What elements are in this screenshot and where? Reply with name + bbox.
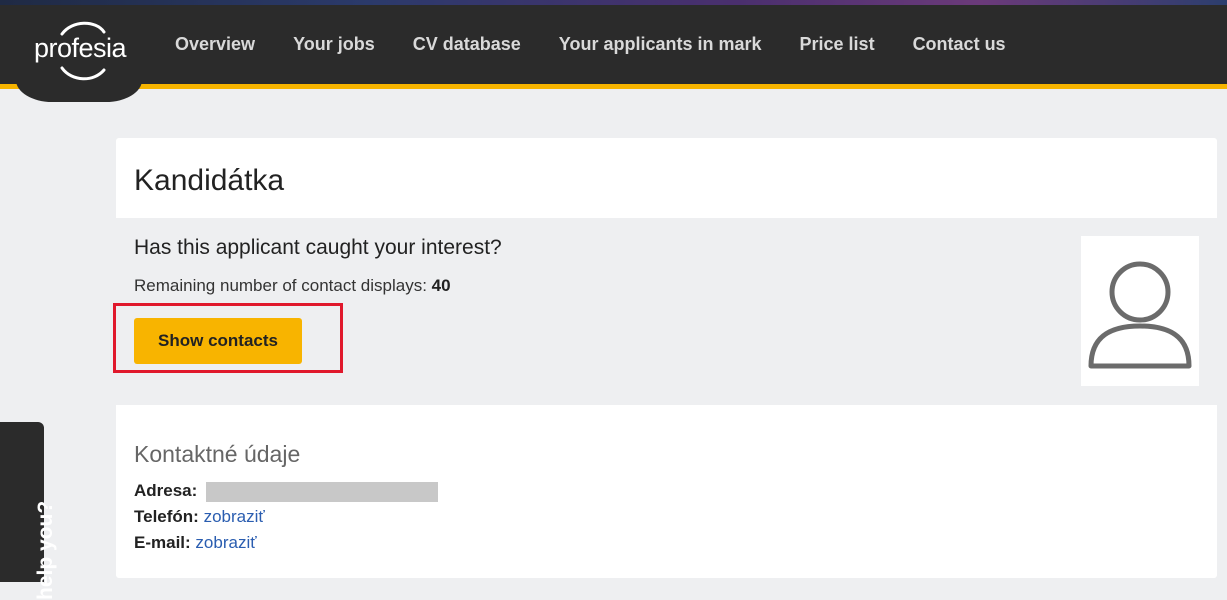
email-label: E-mail: [134,533,191,552]
candidate-card: Kandidátka Has this applicant caught you… [113,138,1217,578]
profesia-logo[interactable]: profesia [34,33,127,64]
phone-show-link[interactable]: zobraziť [204,507,265,526]
address-label: Adresa: [134,481,198,500]
remaining-count: 40 [431,276,451,295]
main-nav: Overview Your jobs CV database Your appl… [175,5,1044,84]
nav-contact-us[interactable]: Contact us [913,34,1006,55]
address-redacted [206,481,439,502]
nav-overview[interactable]: Overview [175,34,255,55]
remaining-label: Remaining number of contact displays: [134,276,427,295]
nav-price-list[interactable]: Price list [800,34,875,55]
address-row: Adresa: [134,481,439,502]
nav-your-applicants[interactable]: Your applicants in mark [559,34,762,55]
phone-row: Telefón: zobraziť [134,507,265,527]
email-show-link[interactable]: zobraziť [195,533,256,552]
email-row: E-mail: zobraziť [134,533,257,553]
interest-heading: Has this applicant caught your interest? [134,236,502,259]
help-label: help you? [34,500,57,600]
remaining-contacts: Remaining number of contact displays: 40 [134,276,451,296]
interest-panel: Has this applicant caught your interest?… [113,218,1217,405]
avatar [1081,236,1199,386]
nav-your-jobs[interactable]: Your jobs [293,34,375,55]
navbar-accent-border [0,84,1227,89]
nav-cv-database[interactable]: CV database [413,34,521,55]
candidate-name: Kandidátka [134,164,285,197]
phone-label: Telefón: [134,507,199,526]
user-avatar-icon [1088,261,1192,369]
highlight-box [113,303,343,373]
contact-heading: Kontaktné údaje [134,441,301,467]
